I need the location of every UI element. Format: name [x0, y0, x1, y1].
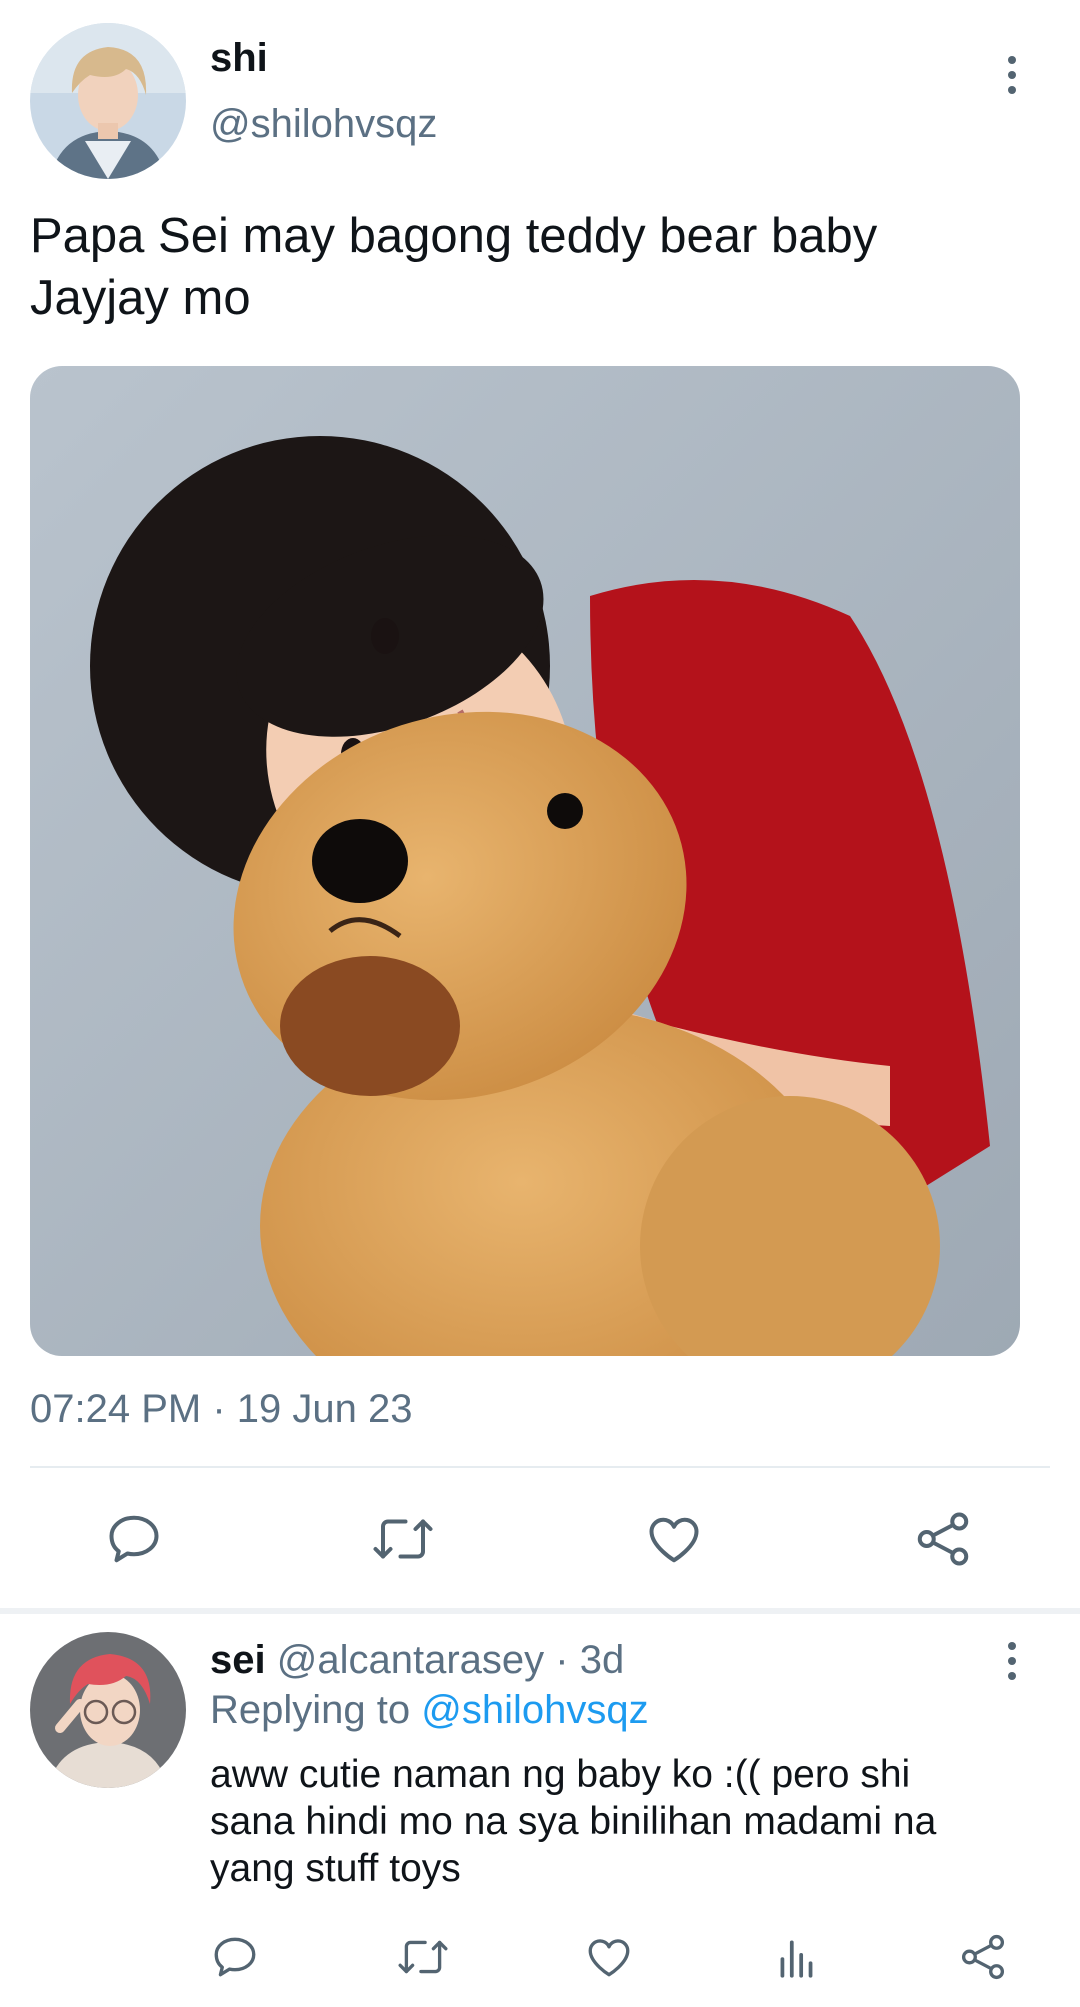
reply-share-button[interactable] — [958, 1932, 1008, 1982]
replying-to-handle[interactable]: @shilohvsqz — [421, 1688, 648, 1732]
tweet-timestamp[interactable]: 07:24 PM · 19 Jun 23 — [30, 1385, 412, 1433]
reply-retweet-button[interactable] — [396, 1932, 450, 1982]
tweet-photo[interactable] — [30, 366, 1020, 1356]
reply-text-line: sana hindi mo na sya binilihan madami na — [210, 1800, 937, 1843]
replying-to: Replying to @shilohvsqz — [210, 1686, 649, 1734]
tweet-text-line: Papa Sei may bagong teddy bear baby — [30, 209, 878, 263]
reply-author-name[interactable]: sei — [210, 1638, 266, 1682]
author-handle[interactable]: @shilohvsqz — [210, 100, 437, 148]
reply-icon — [109, 1515, 159, 1563]
share-button[interactable] — [913, 1509, 973, 1569]
share-icon — [917, 1512, 969, 1566]
retweet-icon — [398, 1940, 448, 1974]
share-icon — [961, 1934, 1005, 1980]
reply-text-line: aww cutie naman ng baby ko :(( pero shi — [210, 1753, 911, 1796]
replying-to-prefix: Replying to — [210, 1688, 411, 1732]
retweet-icon — [373, 1519, 433, 1559]
tweet-text: Papa Sei may bagong teddy bear baby Jayj… — [30, 205, 877, 329]
reply-author-handle[interactable]: @alcantarasey — [277, 1638, 544, 1682]
more-options-button[interactable] — [1000, 56, 1024, 94]
reply-header: sei @alcantarasey · 3d — [210, 1636, 624, 1684]
reply-age: · 3d — [555, 1638, 625, 1682]
reply-text: aww cutie naman ng baby ko :(( pero shi … — [210, 1751, 936, 1892]
divider — [30, 1466, 1050, 1468]
author-avatar[interactable] — [30, 23, 186, 179]
reply-like-button[interactable] — [584, 1932, 634, 1982]
reply-reply-button[interactable] — [210, 1932, 260, 1982]
analytics-icon — [780, 1940, 813, 1978]
heart-icon — [649, 1517, 699, 1563]
reply-more-options-button[interactable] — [1000, 1642, 1024, 1680]
author-name[interactable]: shi — [210, 34, 268, 82]
reply-icon — [214, 1937, 256, 1977]
like-button[interactable] — [643, 1509, 705, 1569]
reply-button[interactable] — [104, 1509, 164, 1569]
section-separator — [0, 1608, 1080, 1614]
reply-author-avatar[interactable] — [30, 1632, 186, 1788]
reply-text-line: yang stuff toys — [210, 1847, 461, 1890]
retweet-button[interactable] — [370, 1509, 436, 1569]
reply-analytics-button[interactable] — [772, 1932, 822, 1982]
heart-icon — [588, 1939, 630, 1977]
tweet-text-line: Jayjay mo — [30, 271, 251, 325]
